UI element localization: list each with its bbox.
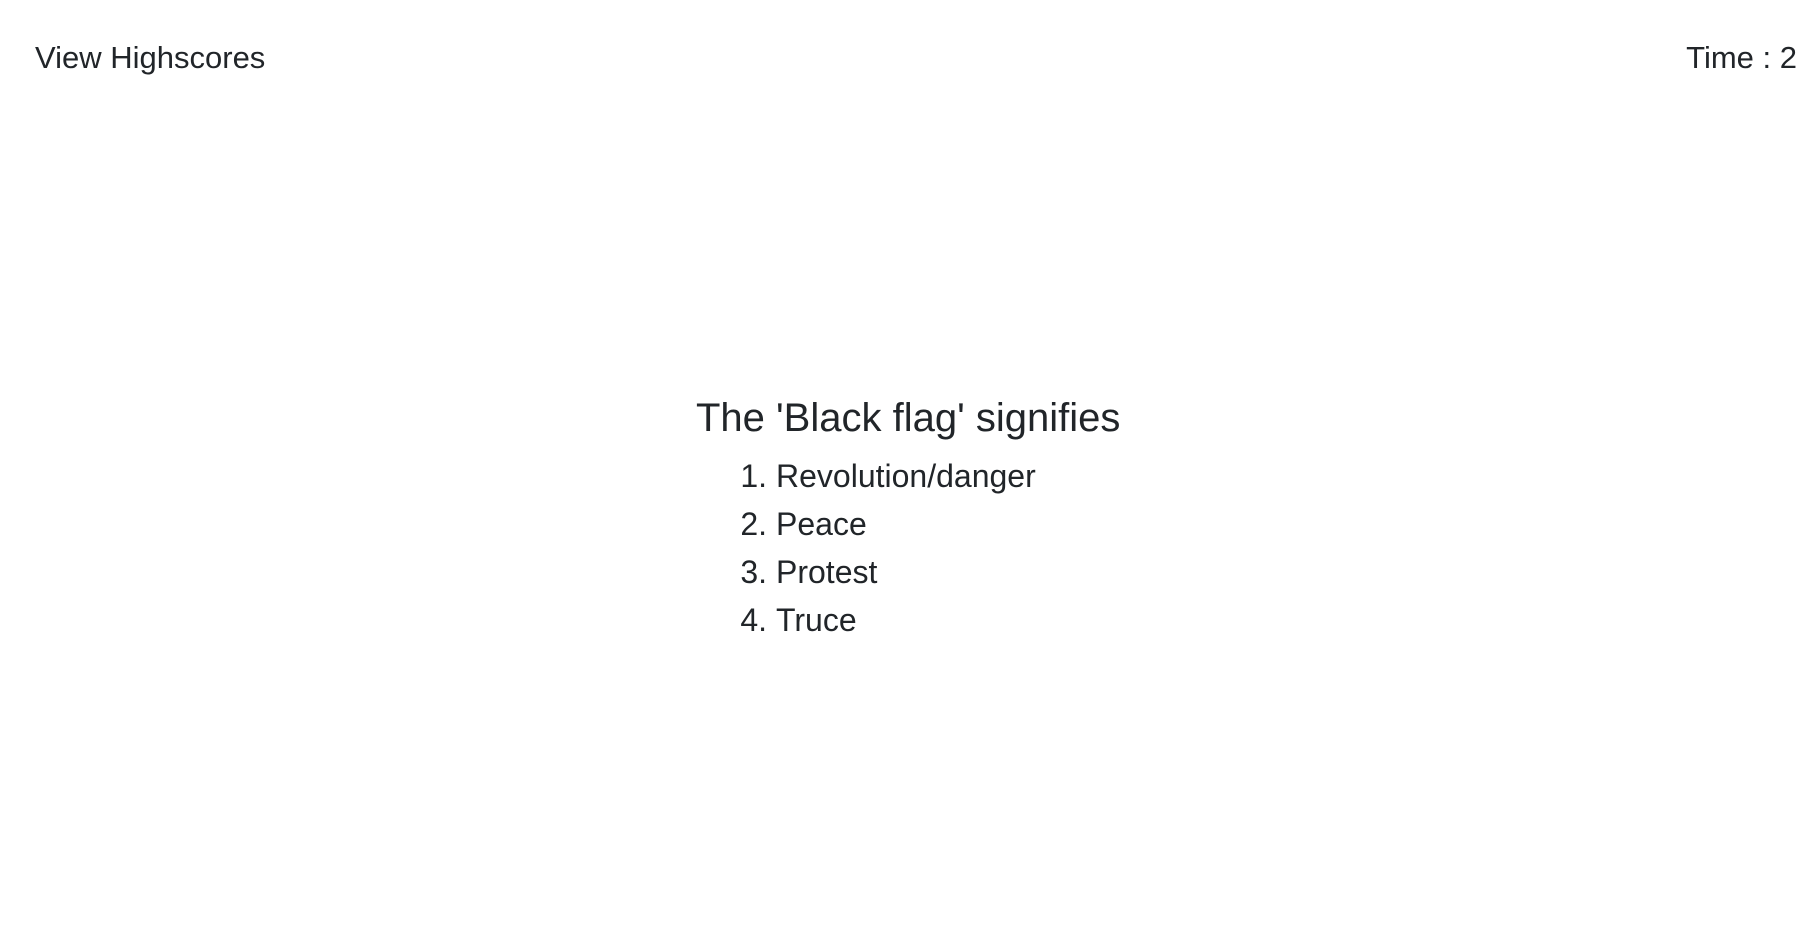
quiz-panel: The 'Black flag' signifies 1. Revolution… bbox=[696, 394, 1296, 644]
answer-choice-1[interactable]: 1. Revolution/danger bbox=[696, 452, 1296, 500]
timer: Time : 2 bbox=[1686, 38, 1797, 78]
answer-choice-4[interactable]: 4. Truce bbox=[696, 596, 1296, 644]
answer-choices-list: 1. Revolution/danger 2. Peace 3. Protest… bbox=[696, 452, 1296, 644]
choice-number: 4. bbox=[740, 602, 767, 638]
page-header: View Highscores Time : 2 bbox=[0, 0, 1818, 116]
timer-label: Time : bbox=[1686, 40, 1780, 75]
answer-choice-3[interactable]: 3. Protest bbox=[696, 548, 1296, 596]
choice-text: Truce bbox=[776, 602, 857, 638]
question-text: The 'Black flag' signifies bbox=[696, 396, 1121, 440]
choice-number: 1. bbox=[740, 458, 767, 494]
view-highscores-link[interactable]: View Highscores bbox=[35, 38, 265, 78]
choice-text: Protest bbox=[776, 554, 878, 590]
timer-value: 2 bbox=[1779, 40, 1797, 75]
choice-text: Revolution/danger bbox=[776, 458, 1036, 494]
choice-text: Peace bbox=[776, 506, 867, 542]
choice-number: 2. bbox=[740, 506, 767, 542]
choice-number: 3. bbox=[740, 554, 767, 590]
answer-choice-2[interactable]: 2. Peace bbox=[696, 500, 1296, 548]
